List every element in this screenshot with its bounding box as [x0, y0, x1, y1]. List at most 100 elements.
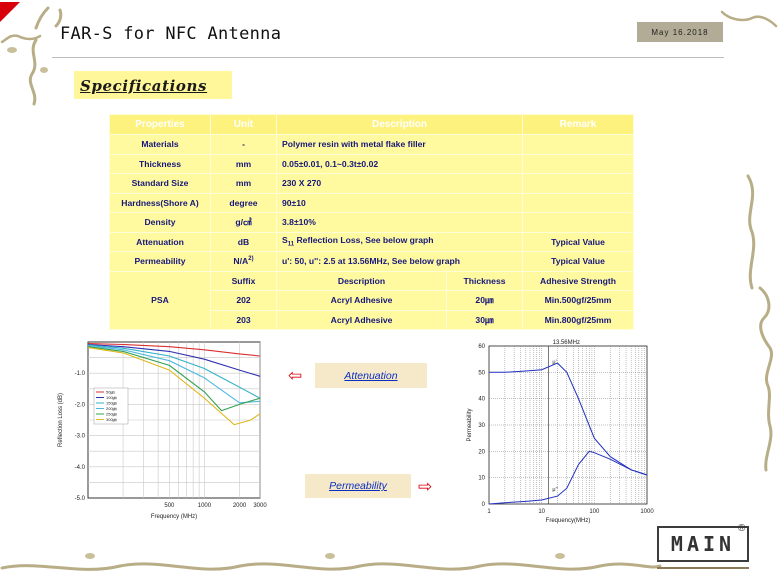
- permeability-link[interactable]: Permeability: [305, 474, 411, 498]
- cell-property: Standard Size: [109, 173, 211, 194]
- y-axis-label: Permeability: [467, 408, 473, 441]
- y-tick-label: 20: [478, 449, 485, 455]
- cell-unit: -: [210, 134, 277, 155]
- psa-header-row: PSA Suffix Description Thickness Adhesiv…: [109, 270, 635, 330]
- cell-unit: mm: [210, 153, 277, 174]
- col-header-unit: Unit: [210, 114, 277, 135]
- main-logo: MAIN: [657, 526, 749, 562]
- y-tick-label: 30: [478, 423, 485, 429]
- psa-col-thickness: Thickness: [445, 270, 524, 291]
- x-tick-label: 100: [589, 509, 600, 515]
- col-header-properties: Properties: [109, 114, 211, 135]
- cell-description: 90±10: [275, 192, 524, 213]
- x-tick-label: 1000: [640, 509, 654, 515]
- x-tick-label: 3000: [253, 503, 267, 509]
- cell-remark: [522, 134, 635, 155]
- psa-label: PSA: [109, 270, 211, 330]
- cell-remark: Typical Value: [522, 251, 635, 272]
- cell-unit: degree: [210, 192, 277, 213]
- y-axis-label: Reflection Loss (dB): [58, 393, 64, 447]
- x-tick-label: 1000: [198, 503, 212, 509]
- x-tick-label: 2000: [233, 503, 247, 509]
- page-title: FAR-S for NFC Antenna: [60, 24, 282, 44]
- psa-description: Acryl Adhesive: [276, 309, 447, 330]
- arrow-left-icon: ⇦: [288, 366, 303, 385]
- y-tick-label: 10: [478, 476, 485, 482]
- unit-superscript: 2): [248, 256, 254, 263]
- legend-label: 200㎛: [106, 406, 117, 411]
- attenuation-chart: -1.0 -2.0 -3.0 -4.0 -5.0 500 1000 2000 3000 Frequ…: [58, 341, 267, 520]
- cell-description: S11 Reflection Loss, See below graph: [275, 231, 524, 252]
- spec-table: Properties Unit Description Remark Mater…: [109, 114, 635, 330]
- psa-suffix: 203: [210, 309, 277, 330]
- table-row: Density g/㎤ 3.8±10%: [109, 212, 635, 233]
- section-title: Specifications: [80, 77, 208, 95]
- arrow-right-icon: ⇨: [418, 477, 433, 496]
- cell-description: 0.05±0.01, 0.1~0.3t±0.02: [275, 153, 524, 174]
- psa-col-strength: Adhesive Strength: [522, 270, 635, 291]
- psa-col-description: Description: [276, 270, 447, 291]
- y-tick-label: -3.0: [75, 434, 86, 440]
- table-row: Materials - Polymer resin with metal fla…: [109, 134, 635, 155]
- title-divider: [52, 57, 724, 58]
- psa-suffix: 202: [210, 290, 277, 311]
- psa-col-suffix: Suffix: [210, 270, 277, 291]
- table-row: Thickness mm 0.05±0.01, 0.1~0.3t±0.02: [109, 153, 635, 174]
- table-header-row: Properties Unit Description Remark: [109, 114, 635, 135]
- y-tick-label: 50: [478, 370, 485, 376]
- desc-suffix: Reflection Loss, See below graph: [294, 235, 434, 246]
- psa-description: Acryl Adhesive: [276, 290, 447, 311]
- unit-text: N/A: [233, 256, 249, 267]
- cell-unit: dB: [210, 231, 277, 252]
- table-row: Hardness(Shore A) degree 90±10: [109, 192, 635, 213]
- registered-mark: ®: [738, 523, 746, 534]
- cell-property: Hardness(Shore A): [109, 192, 211, 213]
- cell-unit: N/A2): [210, 251, 277, 272]
- legend-label: 50㎛: [106, 390, 114, 395]
- cell-unit: g/㎤: [210, 212, 277, 233]
- col-header-description: Description: [275, 114, 524, 135]
- psa-strength: Min.800gf/25mm: [522, 309, 635, 330]
- cell-description: u': 50, u'': 2.5 at 13.56MHz, See below …: [275, 251, 524, 272]
- x-axis-label: Frequency (MHz): [151, 514, 197, 520]
- legend-label: 250㎛: [106, 412, 117, 417]
- table-row: Permeability N/A2) u': 50, u'': 2.5 at 1…: [109, 251, 635, 272]
- legend-label: 300㎛: [106, 417, 117, 422]
- cell-property: Thickness: [109, 153, 211, 174]
- y-tick-label: -2.0: [75, 402, 86, 408]
- y-tick-label: 60: [478, 344, 485, 350]
- y-tick-label: -1.0: [75, 371, 86, 377]
- legend-label: 100㎛: [106, 395, 117, 400]
- cell-remark: [522, 173, 635, 194]
- series-label: μ': [552, 359, 556, 365]
- cell-remark: [522, 192, 635, 213]
- cell-remark: Typical Value: [522, 231, 635, 252]
- red-corner-triangle: [0, 2, 20, 22]
- table-row: Standard Size mm 230 X 270: [109, 173, 635, 194]
- psa-thickness: 30㎛: [445, 309, 524, 330]
- series-label: μ'': [552, 487, 557, 493]
- logo-underline: [657, 567, 749, 569]
- attenuation-link[interactable]: Attenuation: [315, 363, 427, 388]
- cell-remark: [522, 153, 635, 174]
- cell-property: Materials: [109, 134, 211, 155]
- table-row: Attenuation dB S11 Reflection Loss, See …: [109, 231, 635, 252]
- date-badge: May 16.2018: [637, 22, 723, 42]
- cell-property: Density: [109, 212, 211, 233]
- y-tick-label: 40: [478, 397, 485, 403]
- x-tick-label: 10: [538, 509, 545, 515]
- permeability-chart: 01020304050601 10 100 1000Frequency(MHz)Per…: [463, 336, 659, 528]
- psa-thickness: 20㎛: [445, 290, 524, 311]
- y-tick-label: -4.0: [75, 465, 86, 471]
- cell-unit: mm: [210, 173, 277, 194]
- cell-property: Permeability: [109, 251, 211, 272]
- cell-description: 230 X 270: [275, 173, 524, 194]
- x-axis-label: Frequency(MHz): [546, 518, 591, 524]
- col-header-remark: Remark: [522, 114, 635, 135]
- cell-description: 3.8±10%: [275, 212, 524, 233]
- x-tick-label: 500: [164, 503, 175, 509]
- cell-remark: [522, 212, 635, 233]
- annotation-label: 13.56MHz: [553, 340, 580, 346]
- cell-property: Attenuation: [109, 231, 211, 252]
- legend-label: 150㎛: [106, 401, 117, 406]
